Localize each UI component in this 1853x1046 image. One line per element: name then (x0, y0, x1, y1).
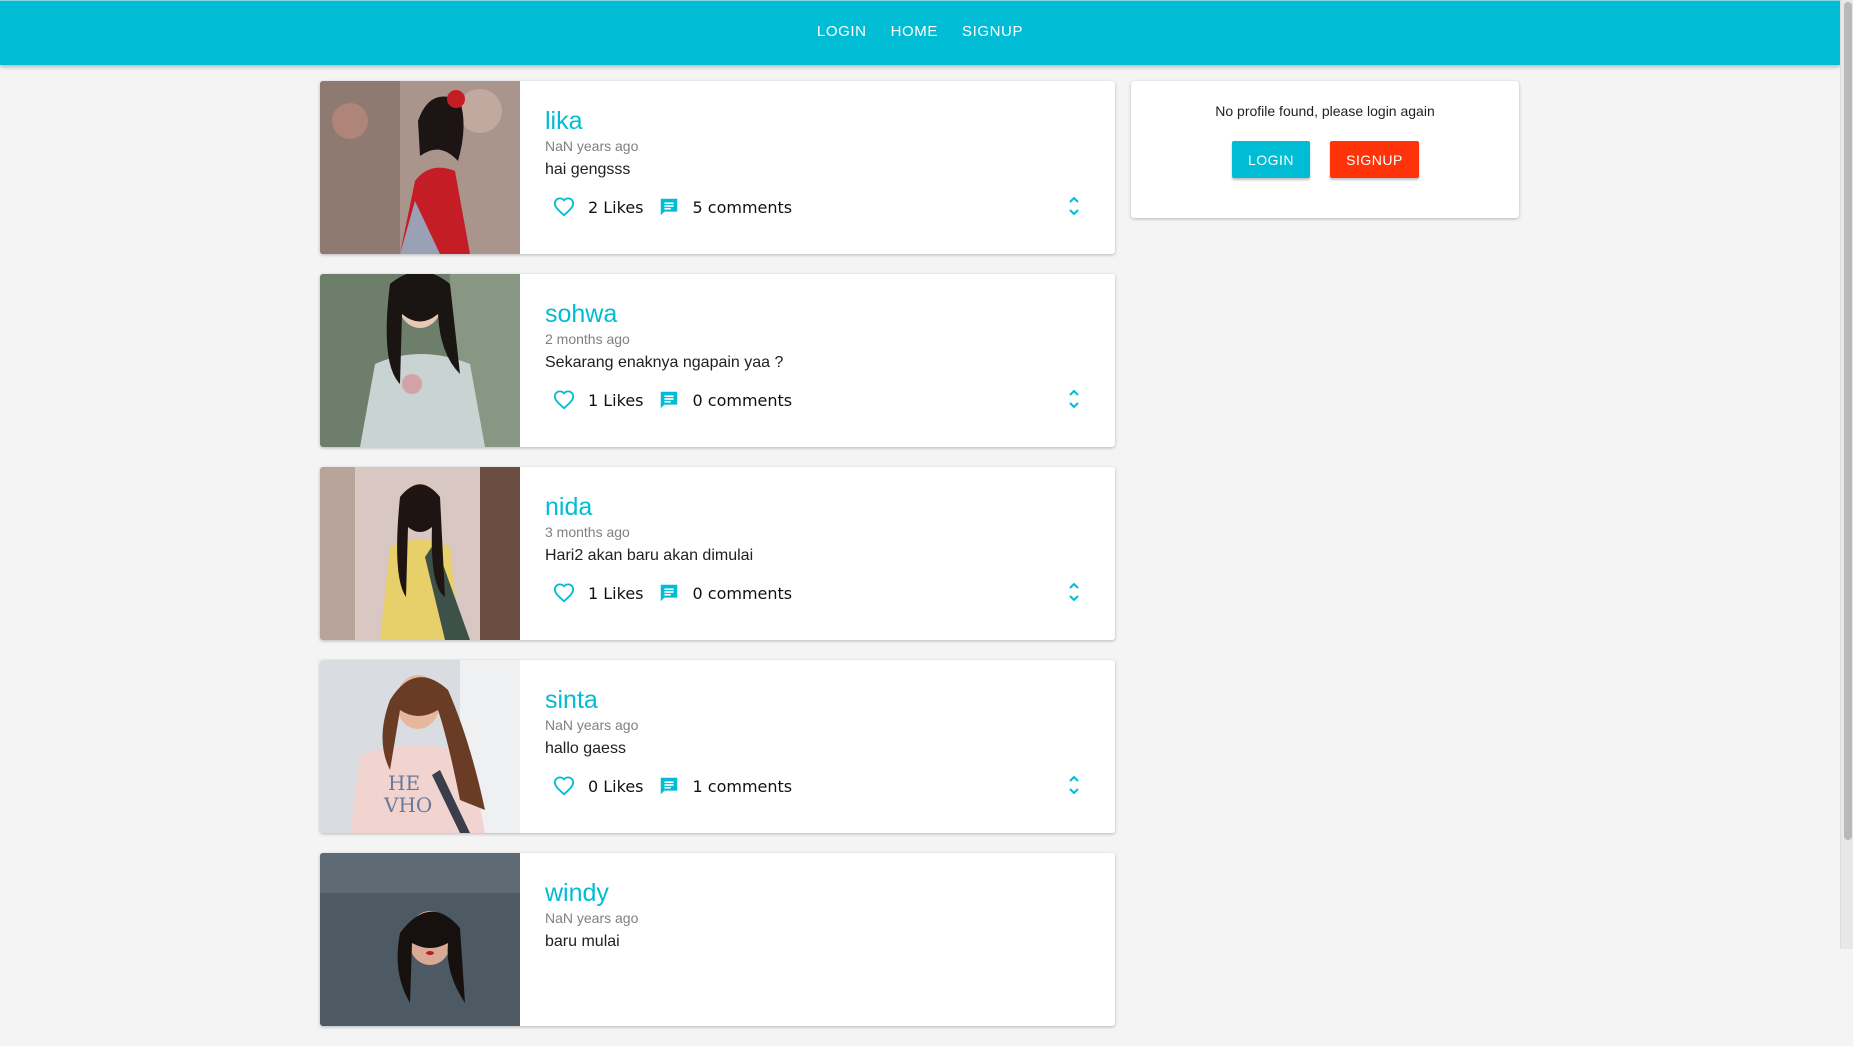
comment-icon[interactable] (658, 775, 680, 797)
post-actions: 1 Likes 0 comments (553, 580, 1093, 606)
post-card: windy NaN years ago baru mulai (320, 853, 1115, 1026)
unfold-more-icon[interactable] (1063, 195, 1085, 217)
no-profile-message: No profile found, please login again (1215, 103, 1435, 119)
post-username[interactable]: windy (545, 879, 609, 907)
app-bar: LOGIN HOME SIGNUP (0, 0, 1840, 65)
post-username[interactable]: sohwa (545, 300, 617, 328)
login-button[interactable]: LOGIN (1232, 141, 1310, 178)
post-photo (320, 853, 520, 1026)
likes-count: 1 Likes (588, 390, 644, 410)
post-username[interactable]: sinta (545, 686, 598, 714)
scrollbar-thumb[interactable] (1844, 2, 1852, 840)
post-body: nida 3 months ago Hari2 akan baru akan d… (545, 493, 1095, 566)
post-timestamp: NaN years ago (545, 717, 639, 733)
svg-text:VHO: VHO (383, 793, 432, 817)
nav-signup-link[interactable]: SIGNUP (962, 23, 1023, 40)
comment-icon[interactable] (658, 389, 680, 411)
post-timestamp: 2 months ago (545, 331, 630, 347)
post-username[interactable]: lika (545, 107, 583, 135)
comment-icon[interactable] (658, 582, 680, 604)
post-feed: lika NaN years ago hai gengsss 2 Likes 5… (320, 81, 1115, 1046)
comments-count: 0 comments (692, 583, 793, 603)
likes-count: 2 Likes (588, 197, 644, 217)
heart-outline-icon[interactable] (553, 582, 575, 604)
comment-icon[interactable] (658, 196, 680, 218)
post-photo (320, 274, 520, 447)
unfold-more-icon[interactable] (1063, 388, 1085, 410)
comments-count: 0 comments (692, 390, 793, 410)
post-actions: 2 Likes 5 comments (553, 194, 1093, 220)
post-text: hai gengsss (545, 161, 631, 178)
heart-outline-icon[interactable] (553, 389, 575, 411)
nav-home-link[interactable]: HOME (891, 23, 938, 40)
post-actions: 0 Likes 1 comments (553, 773, 1093, 799)
post-text: hallo gaess (545, 740, 626, 757)
post-text: baru mulai (545, 933, 620, 950)
page-scrollbar[interactable] (1840, 0, 1853, 949)
nav-login-link[interactable]: LOGIN (817, 23, 867, 40)
post-photo (320, 81, 520, 254)
post-photo (320, 467, 520, 640)
heart-outline-icon[interactable] (553, 775, 575, 797)
post-card: nida 3 months ago Hari2 akan baru akan d… (320, 467, 1115, 640)
svg-text:HE: HE (388, 771, 420, 795)
post-photo: HE VHO (320, 660, 520, 833)
likes-count: 1 Likes (588, 583, 644, 603)
top-nav: LOGIN HOME SIGNUP (0, 23, 1840, 40)
post-card: sohwa 2 months ago Sekarang enaknya ngap… (320, 274, 1115, 447)
post-timestamp: 3 months ago (545, 524, 630, 540)
post-body: windy NaN years ago baru mulai (545, 879, 1095, 952)
post-card: lika NaN years ago hai gengsss 2 Likes 5… (320, 81, 1115, 254)
post-timestamp: NaN years ago (545, 910, 639, 926)
post-actions: 1 Likes 0 comments (553, 387, 1093, 413)
post-text: Sekarang enaknya ngapain yaa ? (545, 354, 784, 371)
unfold-more-icon[interactable] (1063, 774, 1085, 796)
post-body: lika NaN years ago hai gengsss (545, 107, 1095, 180)
post-timestamp: NaN years ago (545, 138, 639, 154)
post-text: Hari2 akan baru akan dimulai (545, 547, 754, 564)
signup-button[interactable]: SIGNUP (1330, 141, 1419, 178)
post-username[interactable]: nida (545, 493, 592, 521)
likes-count: 0 Likes (588, 776, 644, 796)
post-body: sohwa 2 months ago Sekarang enaknya ngap… (545, 300, 1095, 373)
unfold-more-icon[interactable] (1063, 581, 1085, 603)
post-card: HE VHO sinta NaN years ago hallo gaess 0… (320, 660, 1115, 833)
comments-count: 1 comments (692, 776, 793, 796)
heart-outline-icon[interactable] (553, 196, 575, 218)
post-body: sinta NaN years ago hallo gaess (545, 686, 1095, 759)
profile-card: No profile found, please login again LOG… (1131, 81, 1519, 218)
comments-count: 5 comments (692, 197, 793, 217)
